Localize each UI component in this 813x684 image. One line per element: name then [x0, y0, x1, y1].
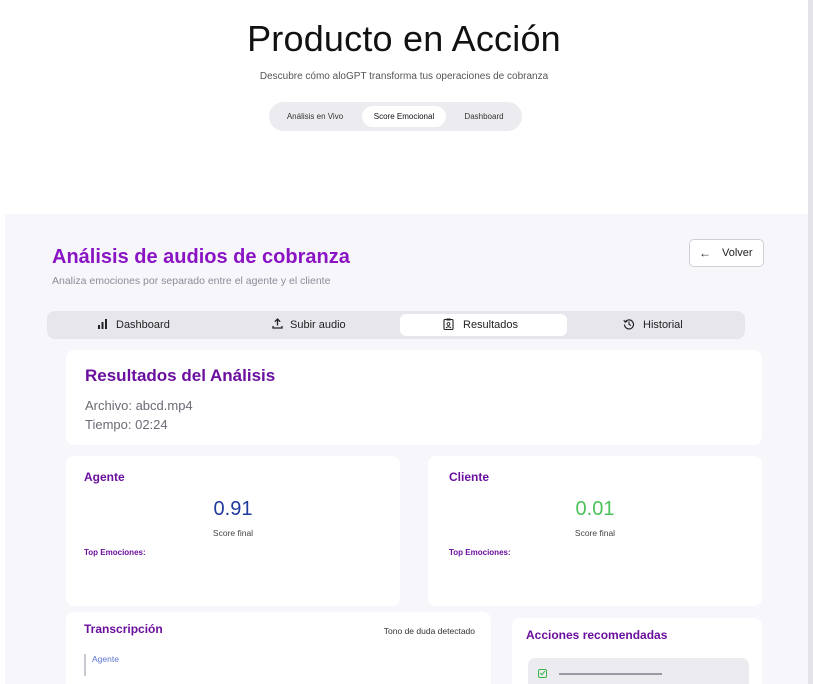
back-button[interactable]: ← Volver	[689, 239, 764, 267]
hero-title: Producto en Acción	[247, 18, 561, 59]
agent-score-label: Score final	[212, 528, 254, 538]
product-hero: Producto en Acción Descubre cómo aloGPT …	[0, 0, 808, 214]
checkbox-checked-icon	[538, 669, 547, 678]
tab-upload-audio-label: Subir audio	[290, 319, 346, 331]
history-icon	[623, 318, 635, 333]
hero-tab-live-analysis[interactable]: Análisis en Vivo	[275, 106, 355, 127]
client-card-title: Cliente	[449, 470, 490, 484]
tab-history-label: Historial	[643, 319, 683, 331]
hero-tab-switcher: Análisis en Vivo Score Emocional Dashboa…	[269, 102, 522, 131]
tab-dashboard[interactable]: Dashboard	[51, 314, 217, 336]
action-text-placeholder	[559, 673, 662, 675]
hero-subtitle: Descubre cómo aloGPT transforma tus oper…	[259, 71, 549, 82]
agent-score-value: 0.91	[213, 498, 253, 520]
tab-results-label: Resultados	[463, 319, 519, 331]
client-score-value: 0.01	[575, 498, 615, 520]
agent-card-title: Agente	[84, 470, 125, 484]
upload-icon	[272, 318, 283, 332]
client-score-card: Cliente 0.01 Score final Top Emociones:	[428, 456, 762, 606]
tab-results[interactable]: Resultados	[400, 314, 567, 336]
tone-detected-label: Tono de duda detectado	[383, 626, 475, 636]
agent-score-card: Agente 0.91 Score final Top Emociones:	[66, 456, 400, 606]
app-title: Análisis de audios de cobranza	[52, 246, 350, 268]
client-top-emotions-label: Top Emociones:	[449, 548, 511, 557]
hero-tab-dashboard[interactable]: Dashboard	[454, 106, 514, 127]
client-score-label: Score final	[574, 528, 616, 538]
tab-dashboard-label: Dashboard	[116, 319, 170, 331]
results-time: Tiempo: 02:24	[85, 417, 168, 432]
app-demo-panel: Análisis de audios de cobranza Analiza e…	[5, 214, 808, 684]
recommended-action-item[interactable]	[528, 658, 749, 684]
bar-chart-icon	[97, 318, 108, 332]
agent-top-emotions-label: Top Emociones:	[84, 548, 146, 557]
transcription-title: Transcripción	[84, 622, 163, 636]
recommended-actions-card: Acciones recomendadas	[512, 618, 762, 684]
transcript-speaker-agent: Agente	[84, 654, 119, 676]
tab-history[interactable]: Historial	[573, 314, 741, 336]
page: Producto en Acción Descubre cómo aloGPT …	[0, 0, 808, 684]
tab-upload-audio[interactable]: Subir audio	[227, 314, 395, 336]
back-button-label: Volver	[722, 247, 753, 259]
transcription-card: Transcripción Tono de duda detectado Age…	[66, 612, 491, 684]
report-icon	[443, 318, 454, 333]
recommended-actions-title: Acciones recomendadas	[526, 628, 668, 642]
app-tab-bar: Dashboard Subir audio Resultados Histori…	[47, 311, 745, 339]
hero-tab-emotional-score[interactable]: Score Emocional	[362, 106, 446, 127]
results-summary-card: Resultados del Análisis Archivo: abcd.mp…	[66, 350, 762, 445]
results-file: Archivo: abcd.mp4	[85, 398, 193, 413]
results-title: Resultados del Análisis	[85, 366, 276, 385]
page-scroll-edge	[808, 0, 813, 684]
app-subtitle: Analiza emociones por separado entre el …	[52, 275, 331, 287]
arrow-left-icon: ←	[699, 246, 711, 260]
